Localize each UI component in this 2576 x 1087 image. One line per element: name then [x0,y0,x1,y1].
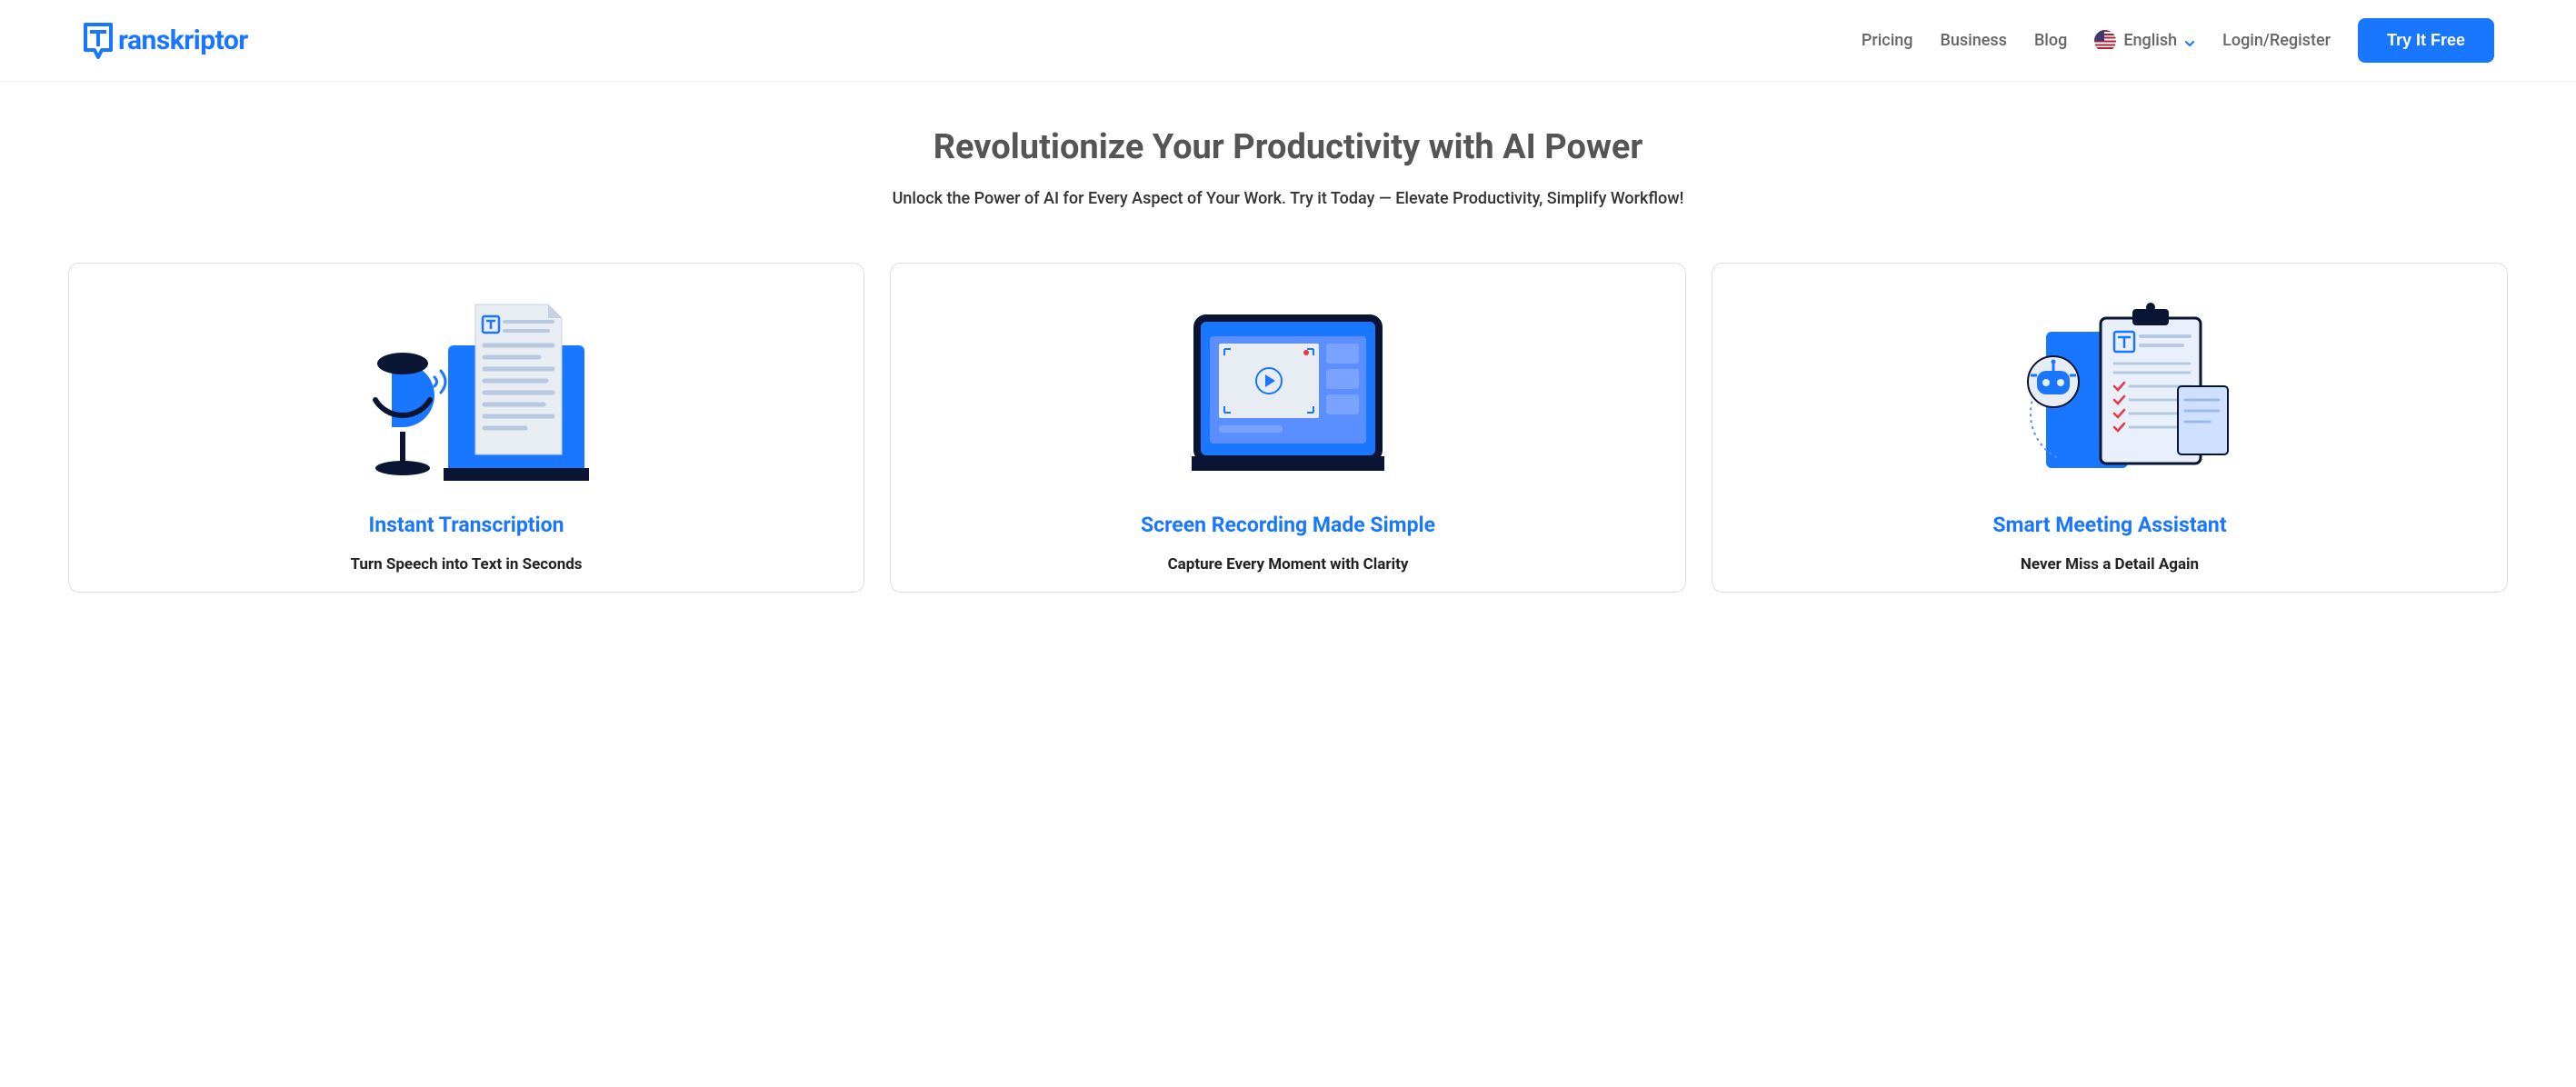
feature-cards: Instant Transcription Turn Speech into T… [68,263,2508,593]
page-headline: Revolutionize Your Productivity with AI … [68,127,2508,167]
card-subtitle: Never Miss a Detail Again [1740,555,2480,573]
main-content: Revolutionize Your Productivity with AI … [0,82,2576,629]
nav-login[interactable]: Login/Register [2222,31,2331,50]
language-label: English [2123,31,2177,50]
nav-blog[interactable]: Blog [2034,31,2067,50]
card-title: Screen Recording Made Simple [918,513,1658,537]
screen-recording-illustration [918,291,1658,491]
us-flag-icon [2094,30,2116,52]
card-subtitle: Capture Every Moment with Clarity [918,555,1658,573]
nav-pricing[interactable]: Pricing [1862,31,1913,50]
card-title: Smart Meeting Assistant [1740,513,2480,537]
card-title: Instant Transcription [96,513,836,537]
card-screen-recording[interactable]: Screen Recording Made Simple Capture Eve… [890,263,1686,593]
transcription-illustration [96,291,836,491]
logo-icon [82,23,115,59]
card-subtitle: Turn Speech into Text in Seconds [96,555,836,573]
logo[interactable]: ranskriptor [82,23,248,59]
nav-business[interactable]: Business [1941,31,2007,50]
try-free-button[interactable]: Try It Free [2358,18,2494,63]
main-nav: Pricing Business Blog English Login/Regi… [1862,18,2494,63]
page-subheadline: Unlock the Power of AI for Every Aspect … [68,189,2508,208]
card-meeting-assistant[interactable]: Smart Meeting Assistant Never Miss a Det… [1712,263,2508,593]
language-selector[interactable]: English [2094,30,2195,52]
meeting-assistant-illustration [1740,291,2480,491]
logo-text: ranskriptor [118,25,248,56]
site-header: ranskriptor Pricing Business Blog Englis… [0,0,2576,82]
chevron-down-icon [2184,35,2195,46]
card-transcription[interactable]: Instant Transcription Turn Speech into T… [68,263,864,593]
